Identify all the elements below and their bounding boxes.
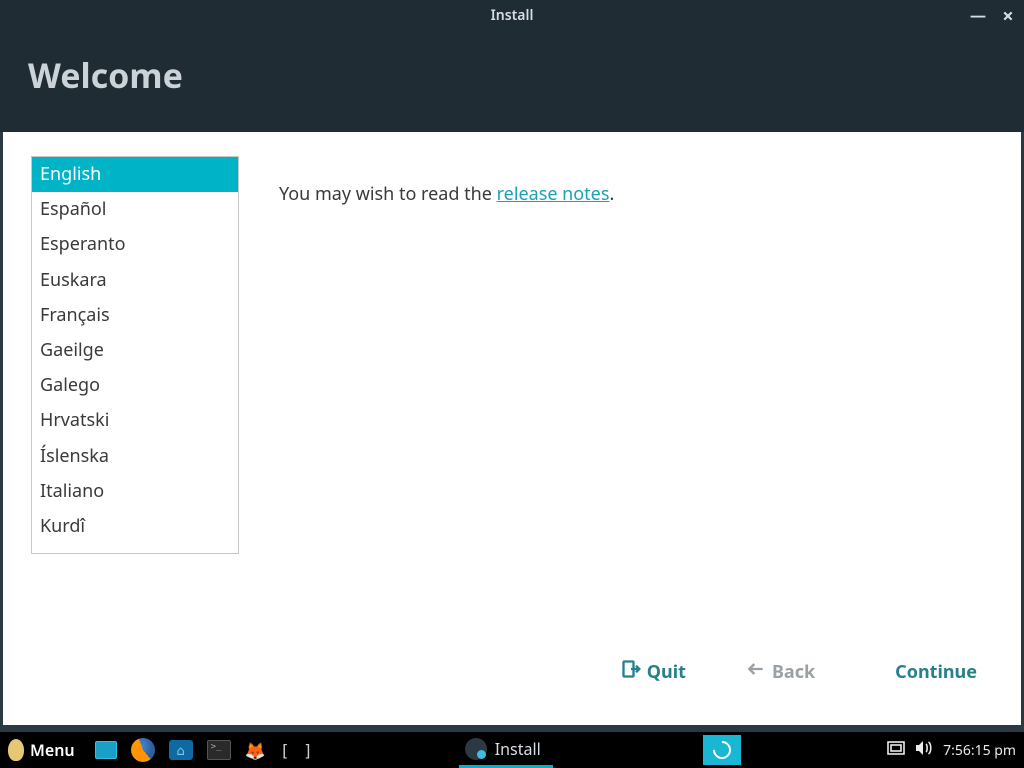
menu-button[interactable]: Menu bbox=[4, 735, 85, 765]
release-notes-suffix: . bbox=[609, 182, 614, 206]
taskbar-left: Menu 🦊 [ ] bbox=[4, 735, 319, 765]
volume-icon[interactable] bbox=[915, 740, 933, 761]
continue-label: Continue bbox=[895, 660, 977, 684]
close-button[interactable]: × bbox=[998, 2, 1018, 29]
quit-label: Quit bbox=[647, 660, 686, 684]
install-task-icon bbox=[465, 738, 487, 760]
language-item[interactable]: Kurdî bbox=[32, 509, 238, 544]
continue-button[interactable]: Continue bbox=[895, 660, 977, 684]
content-area: EnglishEspañolEsperantoEuskaraFrançaisGa… bbox=[3, 132, 1021, 725]
show-desktop-icon bbox=[95, 741, 117, 759]
installer-window: Install — × Welcome EnglishEspañolEspera… bbox=[0, 0, 1024, 728]
menu-label: Menu bbox=[24, 739, 81, 761]
terminal-launcher[interactable] bbox=[203, 735, 235, 765]
window-title: Install bbox=[491, 6, 534, 25]
language-item[interactable]: Euskara bbox=[32, 263, 238, 298]
window-controls: — × bbox=[968, 0, 1018, 30]
file-manager-icon bbox=[169, 740, 193, 760]
show-desktop-button[interactable] bbox=[91, 735, 121, 765]
release-notes-prefix: You may wish to read the bbox=[279, 182, 497, 206]
brackets-icon: [ ] bbox=[280, 741, 315, 760]
language-item[interactable]: English bbox=[32, 157, 238, 192]
language-item[interactable]: Français bbox=[32, 298, 238, 333]
language-item[interactable]: Latviski bbox=[32, 544, 238, 554]
terminal-icon bbox=[207, 740, 231, 760]
code-editor-launcher[interactable]: [ ] bbox=[276, 735, 319, 765]
distro-logo-icon bbox=[8, 739, 24, 761]
minimize-button[interactable]: — bbox=[968, 4, 988, 26]
exit-icon bbox=[621, 659, 641, 685]
language-item[interactable]: Íslenska bbox=[32, 439, 238, 474]
task-entry-label: Install bbox=[495, 738, 541, 760]
task-entry-secondary[interactable] bbox=[703, 735, 741, 765]
gimp-launcher[interactable]: 🦊 bbox=[241, 735, 270, 765]
language-item[interactable]: Esperanto bbox=[32, 227, 238, 262]
page-header: Welcome bbox=[0, 30, 1024, 132]
button-bar: Quit Back Continue bbox=[3, 635, 1021, 725]
clock[interactable]: 7:56:15 pm bbox=[943, 741, 1016, 760]
file-manager-launcher[interactable] bbox=[165, 735, 197, 765]
spinner-icon bbox=[709, 737, 734, 762]
release-notes-area: You may wish to read the release notes. bbox=[279, 156, 993, 635]
arrow-left-icon bbox=[746, 659, 766, 685]
language-item[interactable]: Gaeilge bbox=[32, 333, 238, 368]
taskbar: Menu 🦊 [ ] Install bbox=[0, 732, 1024, 768]
release-notes-link[interactable]: release notes bbox=[497, 182, 610, 206]
content-main: EnglishEspañolEsperantoEuskaraFrançaisGa… bbox=[3, 132, 1021, 635]
taskbar-center: Install bbox=[459, 732, 887, 768]
task-entry-install[interactable]: Install bbox=[459, 732, 553, 768]
gimp-icon: 🦊 bbox=[245, 739, 266, 762]
page-title: Welcome bbox=[28, 52, 183, 98]
firefox-icon bbox=[131, 738, 155, 762]
language-item[interactable]: Español bbox=[32, 192, 238, 227]
language-item[interactable]: Hrvatski bbox=[32, 403, 238, 438]
language-item[interactable]: Italiano bbox=[32, 474, 238, 509]
quit-button[interactable]: Quit bbox=[621, 659, 686, 685]
taskbar-right: 7:56:15 pm bbox=[887, 740, 1020, 761]
language-item[interactable]: Galego bbox=[32, 368, 238, 403]
workspaces-indicator[interactable] bbox=[887, 741, 905, 760]
back-button[interactable]: Back bbox=[746, 659, 815, 685]
firefox-launcher[interactable] bbox=[127, 735, 159, 765]
language-list[interactable]: EnglishEspañolEsperantoEuskaraFrançaisGa… bbox=[31, 156, 239, 554]
titlebar[interactable]: Install — × bbox=[0, 0, 1024, 30]
back-label: Back bbox=[772, 660, 815, 684]
